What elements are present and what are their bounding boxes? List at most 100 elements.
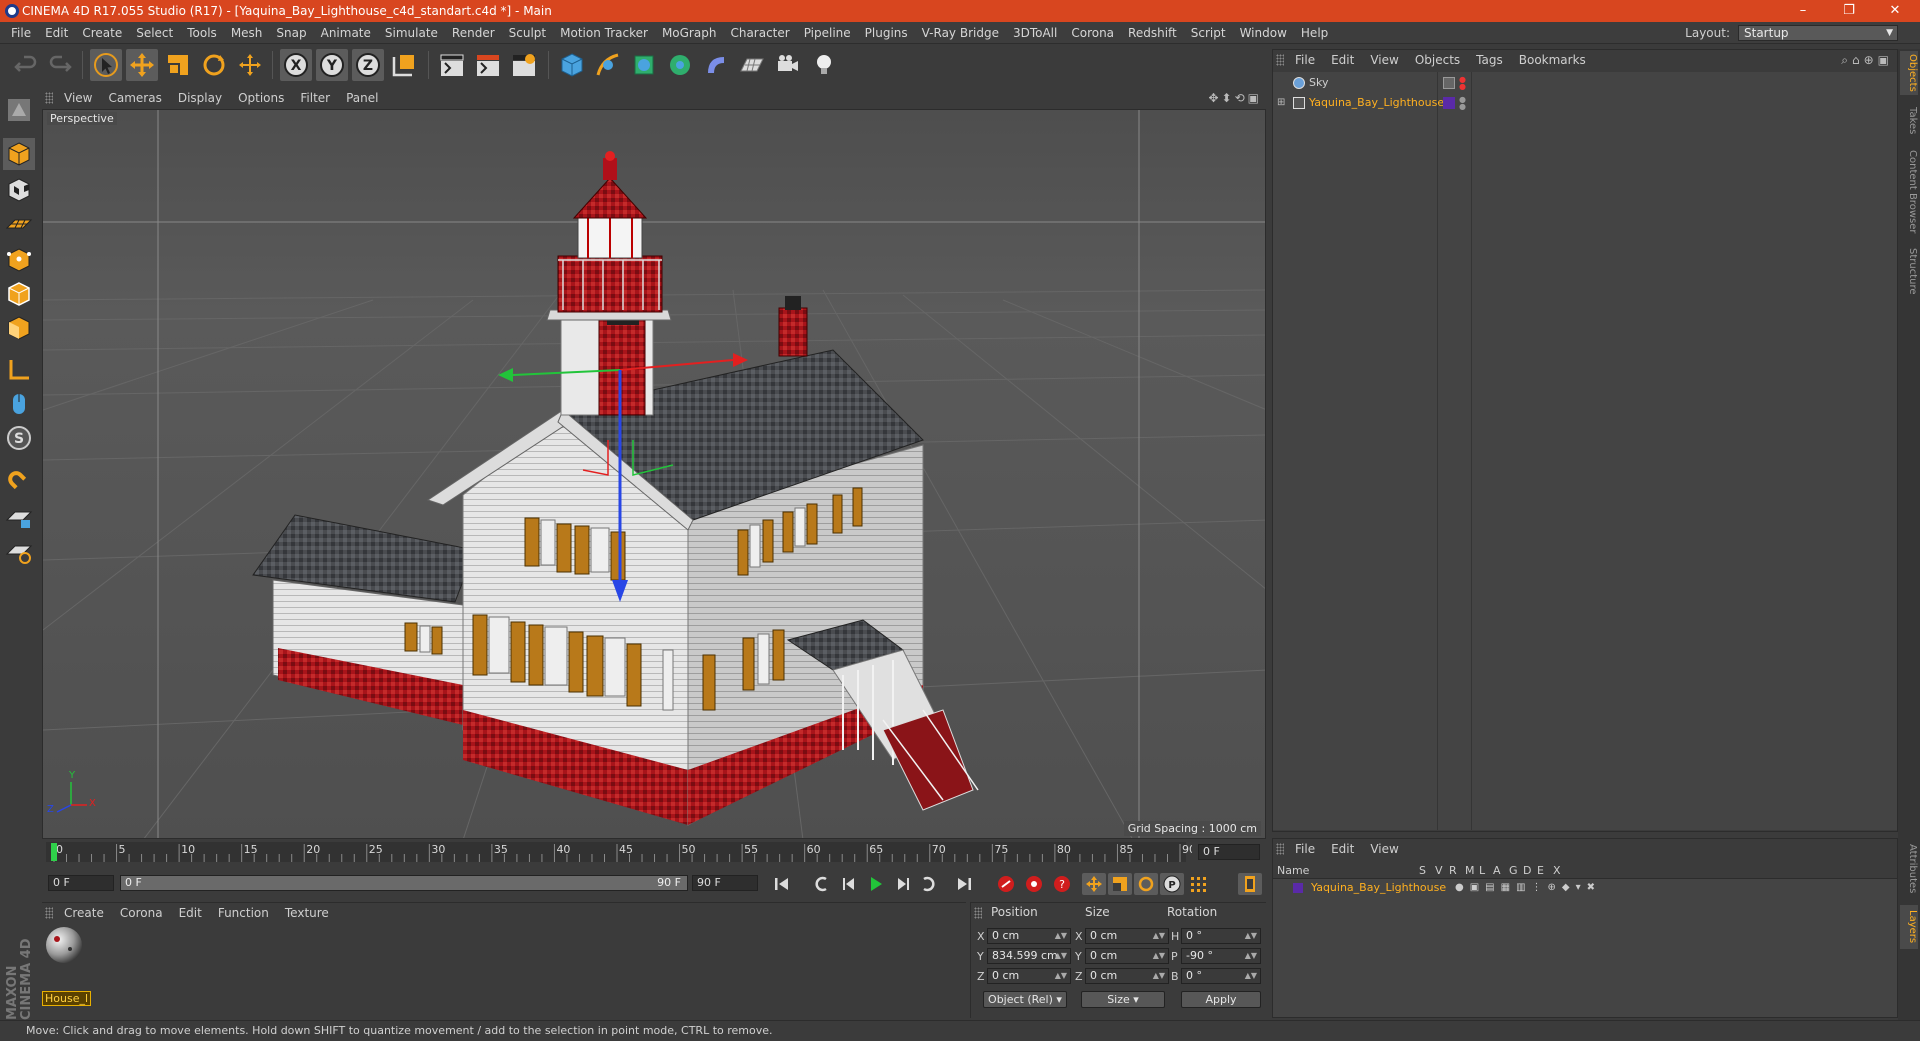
camera-label[interactable]: Perspective	[47, 112, 117, 125]
layer-column-a[interactable]: A	[1493, 863, 1501, 879]
live-selection-button[interactable]	[90, 49, 122, 81]
material-menu-corona[interactable]: Corona	[112, 903, 171, 923]
tab-layers[interactable]: Layers	[1900, 905, 1918, 949]
viewport[interactable]: Perspective Y X Z Grid Spacing : 1000 cm	[42, 109, 1266, 839]
layer-menu-view[interactable]: View	[1362, 839, 1406, 859]
position-x-field[interactable]: 0 cm ▲▼	[987, 928, 1071, 944]
tweak-mode-button[interactable]	[3, 388, 35, 420]
layout-dropdown[interactable]: Startup ▼	[1738, 25, 1898, 41]
end-frame-field[interactable]: 90 F	[692, 875, 758, 891]
menu-v-ray-bridge[interactable]: V-Ray Bridge	[915, 22, 1006, 44]
light-button[interactable]	[808, 49, 840, 81]
apply-button[interactable]: Apply	[1181, 991, 1261, 1008]
object-menu-file[interactable]: File	[1287, 50, 1323, 70]
viewport-menu-cameras[interactable]: Cameras	[100, 88, 169, 108]
redo-button[interactable]	[44, 49, 76, 81]
rotation-b-field[interactable]: 0 ° ▲▼	[1181, 968, 1261, 984]
material-menu-function[interactable]: Function	[210, 903, 277, 923]
move-tool-button[interactable]	[126, 49, 158, 81]
close-button[interactable]: ✕	[1872, 0, 1918, 22]
timeline-window-button[interactable]	[1238, 873, 1262, 895]
previous-frame-button[interactable]	[838, 873, 862, 895]
tab-content-browser[interactable]: Content Browser	[1900, 147, 1918, 237]
object-row-lighthouse[interactable]: ⊞ Yaquina_Bay_Lighthouse ● ●	[1273, 94, 1897, 112]
menu-3dtoall[interactable]: 3DToAll	[1006, 22, 1064, 44]
layer-menu-edit[interactable]: Edit	[1323, 839, 1362, 859]
menu-edit[interactable]: Edit	[38, 22, 75, 44]
tag-icon[interactable]	[1443, 77, 1455, 89]
layer-list[interactable]: Yaquina_Bay_Lighthouse ●▣▤▦▥⋮⊕◆▾✖	[1273, 879, 1897, 1017]
object-menu-objects[interactable]: Objects	[1407, 50, 1468, 70]
layer-column-l[interactable]: L	[1479, 863, 1485, 879]
layer-column-m[interactable]: M	[1465, 863, 1475, 879]
key-parameter-button[interactable]: P	[1160, 873, 1184, 895]
scale-tool-button[interactable]	[162, 49, 194, 81]
snap-button[interactable]: S	[3, 422, 35, 454]
material-name[interactable]: House_l	[42, 991, 92, 1006]
position-z-field[interactable]: 0 cm ▲▼	[987, 968, 1071, 984]
render-settings-button[interactable]	[508, 49, 540, 81]
record-button[interactable]	[994, 873, 1018, 895]
magnet-button[interactable]	[3, 466, 35, 498]
layer-column-e[interactable]: E	[1537, 863, 1544, 879]
material-swatch[interactable]: House_l	[42, 925, 92, 1006]
floor-button[interactable]	[736, 49, 768, 81]
layer-color-icon[interactable]	[1443, 97, 1455, 109]
render-picture-viewer-button[interactable]	[472, 49, 504, 81]
make-editable-button[interactable]	[3, 94, 35, 126]
menu-file[interactable]: File	[4, 22, 38, 44]
layer-column-v[interactable]: V	[1435, 863, 1443, 879]
undo-button[interactable]	[10, 49, 42, 81]
key-pla-button[interactable]	[1186, 873, 1210, 895]
visibility-dots-icon[interactable]: ● ●	[1459, 96, 1466, 111]
render-view-button[interactable]	[436, 49, 468, 81]
tab-objects[interactable]: Objects	[1900, 51, 1918, 95]
play-button[interactable]	[864, 873, 888, 895]
minimize-button[interactable]: –	[1780, 0, 1826, 22]
object-manager-tools[interactable]: ⌕⌂⊕▣	[1841, 53, 1893, 68]
keyframe-selection-button[interactable]: ?	[1050, 873, 1074, 895]
autokey-button[interactable]	[1022, 873, 1046, 895]
expand-icon[interactable]: ⊞	[1277, 94, 1285, 112]
material-menu-texture[interactable]: Texture	[277, 903, 337, 923]
viewport-menu-filter[interactable]: Filter	[292, 88, 338, 108]
tab-structure[interactable]: Structure	[1900, 243, 1918, 299]
size-y-field[interactable]: 0 cm ▲▼	[1085, 948, 1169, 964]
cloner-button[interactable]	[664, 49, 696, 81]
object-menu-edit[interactable]: Edit	[1323, 50, 1362, 70]
go-to-end-button[interactable]	[952, 873, 976, 895]
menu-create[interactable]: Create	[75, 22, 129, 44]
menu-window[interactable]: Window	[1233, 22, 1294, 44]
edges-mode-button[interactable]	[3, 278, 35, 310]
menu-character[interactable]: Character	[723, 22, 796, 44]
key-scale-button[interactable]	[1108, 873, 1132, 895]
next-frame-button[interactable]	[890, 873, 914, 895]
viewport-menu-display[interactable]: Display	[170, 88, 230, 108]
coordinate-mode-dropdown[interactable]: Object (Rel) ▾	[983, 991, 1067, 1008]
menu-corona[interactable]: Corona	[1064, 22, 1121, 44]
layer-column-name[interactable]: Name	[1277, 863, 1309, 879]
viewport-nav-icons[interactable]: ✥⬍⟲▣	[1208, 91, 1262, 105]
layer-column-d[interactable]: D	[1523, 863, 1531, 879]
menu-redshift[interactable]: Redshift	[1121, 22, 1184, 44]
transform-tool-button[interactable]	[234, 49, 266, 81]
camera-button[interactable]	[772, 49, 804, 81]
menu-tools[interactable]: Tools	[180, 22, 224, 44]
go-to-start-button[interactable]	[770, 873, 794, 895]
previous-key-button[interactable]	[810, 873, 834, 895]
menu-mograph[interactable]: MoGraph	[655, 22, 724, 44]
timeline[interactable]: 0 5 10 15 20 25 30 35 40 45 50 55 60 65 70 75 80 85 90 0 F	[42, 840, 1266, 864]
viewport-menu-panel[interactable]: Panel	[338, 88, 386, 108]
object-menu-view[interactable]: View	[1362, 50, 1406, 70]
rotate-tool-button[interactable]	[198, 49, 230, 81]
size-z-field[interactable]: 0 cm ▲▼	[1085, 968, 1169, 984]
layer-column-g[interactable]: G	[1509, 863, 1518, 879]
tab-takes[interactable]: Takes	[1900, 101, 1918, 141]
menu-mesh[interactable]: Mesh	[224, 22, 270, 44]
locked-workplane-button[interactable]	[3, 502, 35, 534]
cube-primitive-button[interactable]	[556, 49, 588, 81]
model-mode-button[interactable]	[3, 138, 35, 170]
y-axis-lock-button[interactable]: Y	[316, 49, 348, 81]
key-position-button[interactable]	[1082, 873, 1106, 895]
size-x-field[interactable]: 0 cm ▲▼	[1085, 928, 1169, 944]
